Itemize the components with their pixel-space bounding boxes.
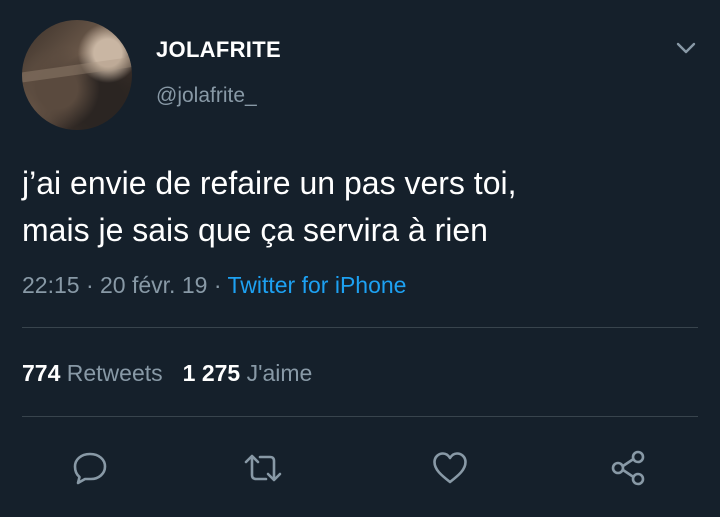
tweet-meta: 22:15 · 20 févr. 19 · Twitter for iPhone bbox=[22, 272, 406, 299]
divider bbox=[22, 327, 698, 328]
share-icon bbox=[611, 450, 645, 486]
retweets-label: Retweets bbox=[66, 360, 163, 386]
retweet-button[interactable] bbox=[243, 448, 283, 488]
likes-label: J'aime bbox=[246, 360, 313, 386]
chevron-down-icon[interactable] bbox=[674, 38, 698, 58]
reply-icon bbox=[73, 452, 107, 485]
likes-count: 1 275 bbox=[182, 360, 241, 386]
share-button[interactable] bbox=[608, 448, 648, 488]
user-handle[interactable]: @jolafrite_ bbox=[156, 84, 257, 108]
heart-icon bbox=[433, 452, 467, 484]
tweet-time: 22:15 bbox=[22, 272, 80, 298]
tweet-date: 20 févr. 19 bbox=[100, 272, 208, 298]
tweet-stats: 774 Retweets 1 275 J'aime bbox=[22, 360, 312, 387]
retweets-count: 774 bbox=[22, 360, 61, 386]
avatar[interactable] bbox=[22, 20, 132, 130]
tweet-text: j’ai envie de refaire un pas vers toi, m… bbox=[22, 160, 702, 254]
display-name[interactable]: JOLAFRITE bbox=[156, 37, 281, 63]
retweets-stat[interactable]: 774 Retweets bbox=[22, 360, 163, 386]
tweet-text-line: j’ai envie de refaire un pas vers toi, bbox=[22, 165, 517, 201]
tweet-source-link[interactable]: Twitter for iPhone bbox=[227, 272, 406, 298]
retweet-icon bbox=[244, 454, 282, 482]
like-button[interactable] bbox=[430, 448, 470, 488]
meta-separator: · bbox=[213, 272, 222, 298]
meta-separator: · bbox=[85, 272, 94, 298]
reply-button[interactable] bbox=[70, 448, 110, 488]
tweet-text-line: mais je sais que ça servira à rien bbox=[22, 212, 488, 248]
divider bbox=[22, 416, 698, 417]
likes-stat[interactable]: 1 275 J'aime bbox=[183, 360, 313, 386]
